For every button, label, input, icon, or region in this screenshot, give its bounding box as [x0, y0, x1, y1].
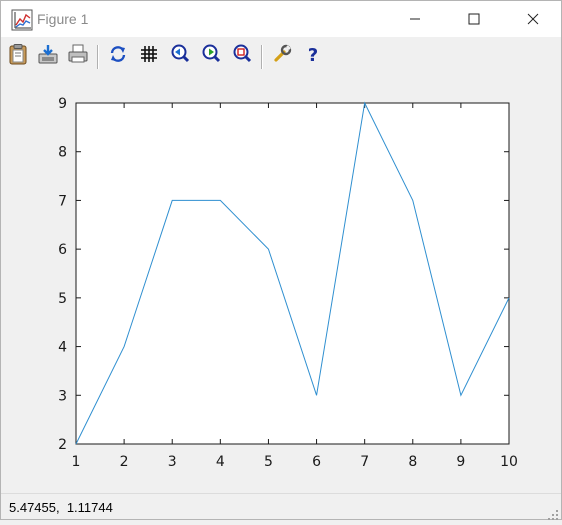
zoom-next-icon [200, 43, 222, 69]
y-tick-label: 7 [58, 193, 67, 209]
line-chart[interactable]: 1234567891023456789 [1, 75, 561, 489]
y-tick-label: 6 [58, 242, 67, 258]
y-tick-label: 8 [58, 145, 67, 161]
zoom-previous-icon [169, 43, 191, 69]
wrench-icon [271, 43, 293, 69]
plot-area[interactable]: 1234567891023456789 [1, 75, 561, 489]
y-tick-label: 2 [58, 437, 67, 453]
title-bar[interactable]: Figure 1 [1, 1, 561, 37]
plot-app-icon [11, 9, 33, 31]
printer-icon [67, 43, 89, 69]
window-title: Figure 1 [37, 11, 88, 27]
zoom-previous-button[interactable] [167, 43, 193, 69]
clipboard-icon [7, 43, 29, 69]
x-tick-label: 7 [360, 454, 369, 470]
y-tick-label: 4 [58, 340, 67, 356]
resize-grip-icon[interactable] [547, 506, 559, 518]
axes-frame [76, 103, 509, 444]
x-tick-label: 8 [408, 454, 417, 470]
copy-button[interactable] [5, 43, 31, 69]
print-button[interactable] [65, 43, 91, 69]
x-tick-label: 1 [72, 454, 81, 470]
x-tick-label: 9 [456, 454, 465, 470]
save-disk-icon [37, 43, 59, 69]
y-tick-label: 5 [58, 291, 67, 307]
svg-text:?: ? [308, 45, 318, 65]
save-button[interactable] [35, 43, 61, 69]
grid-icon [138, 43, 160, 69]
close-button[interactable] [505, 1, 561, 37]
autoscale-icon [231, 43, 253, 69]
maximize-icon [468, 10, 480, 29]
toolbar-separator [97, 45, 99, 69]
autoscale-button[interactable] [229, 43, 255, 69]
maximize-button[interactable] [446, 1, 502, 37]
x-tick-label: 3 [168, 454, 177, 470]
figure-window: Figure 1 [0, 0, 562, 520]
question-icon: ? [302, 43, 324, 69]
zoom-next-button[interactable] [198, 43, 224, 69]
options-button[interactable] [269, 43, 295, 69]
help-button[interactable]: ? [300, 43, 326, 69]
x-tick-label: 2 [120, 454, 129, 470]
refresh-icon [107, 43, 129, 69]
status-bar: 5.47455, 1.11744 [1, 493, 561, 520]
toolbar-separator [261, 45, 263, 69]
y-tick-label: 3 [58, 388, 67, 404]
grid-button[interactable] [136, 43, 162, 69]
x-tick-label: 10 [500, 454, 518, 470]
close-icon [527, 10, 539, 29]
x-tick-label: 4 [216, 454, 225, 470]
y-tick-label: 9 [58, 96, 67, 112]
x-tick-label: 5 [264, 454, 273, 470]
replot-button[interactable] [105, 43, 131, 69]
x-tick-label: 6 [312, 454, 321, 470]
cursor-coordinates: 5.47455, 1.11744 [9, 500, 113, 515]
toolbar: ? [1, 39, 561, 73]
minimize-icon [409, 10, 421, 29]
minimize-button[interactable] [387, 1, 443, 37]
